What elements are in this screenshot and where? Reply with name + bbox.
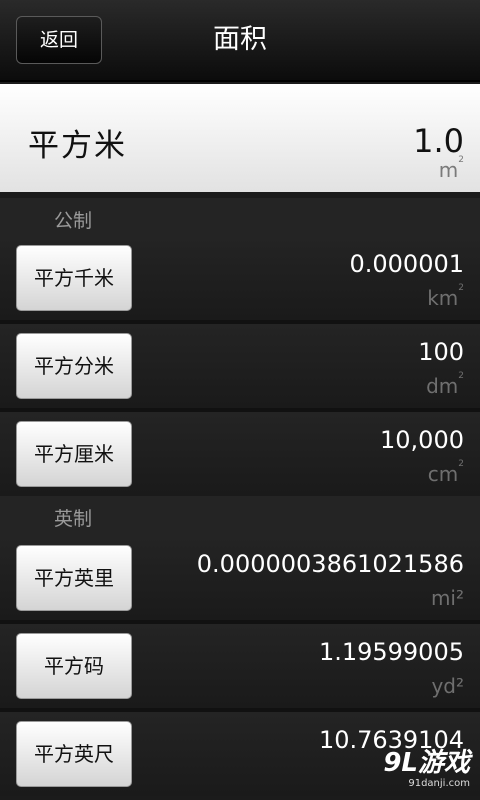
unit-value: 1.19599005 bbox=[318, 638, 464, 666]
unit-row-cm2: 平方厘米 10,000 cm2 bbox=[0, 412, 480, 496]
unit-button-dm2[interactable]: 平方分米 bbox=[16, 333, 132, 399]
selected-unit-panel[interactable]: 平方米 1.0 m2 bbox=[0, 84, 480, 192]
selected-unit-value[interactable]: 1.0 bbox=[413, 122, 464, 160]
unit-symbol: cm2 bbox=[427, 459, 464, 486]
unit-symbol: mi² bbox=[430, 586, 464, 610]
unit-value: 0.0000003861021586 bbox=[196, 550, 464, 578]
back-button[interactable]: 返回 bbox=[16, 16, 102, 64]
unit-symbol: yd² bbox=[431, 674, 464, 698]
unit-row-dm2: 平方分米 100 dm2 bbox=[0, 324, 480, 408]
selected-unit-symbol: m2 bbox=[438, 155, 464, 182]
selected-unit-name: 平方米 bbox=[28, 128, 127, 164]
unit-button-mi2[interactable]: 平方英里 bbox=[16, 545, 132, 611]
watermark-logo: 9L游戏 91danji.com bbox=[383, 748, 470, 789]
unit-button-yd2[interactable]: 平方码 bbox=[16, 633, 132, 699]
unit-value: 10,000 bbox=[380, 426, 464, 454]
unit-value: 100 bbox=[418, 338, 464, 366]
unit-symbol: km2 bbox=[427, 283, 464, 310]
unit-button-ft2[interactable]: 平方英尺 bbox=[16, 721, 132, 787]
unit-button-cm2[interactable]: 平方厘米 bbox=[16, 421, 132, 487]
unit-row-yd2: 平方码 1.19599005 yd² bbox=[0, 624, 480, 708]
unit-symbol: dm2 bbox=[426, 371, 464, 398]
title-bar: 返回 面积 bbox=[0, 0, 480, 82]
unit-value: 0.000001 bbox=[349, 250, 464, 278]
section-header-metric: 公制 bbox=[0, 198, 480, 238]
unit-row-km2: 平方千米 0.000001 km2 bbox=[0, 236, 480, 320]
section-header-imperial: 英制 bbox=[0, 496, 480, 536]
unit-button-km2[interactable]: 平方千米 bbox=[16, 245, 132, 311]
unit-row-mi2: 平方英里 0.0000003861021586 mi² bbox=[0, 536, 480, 620]
